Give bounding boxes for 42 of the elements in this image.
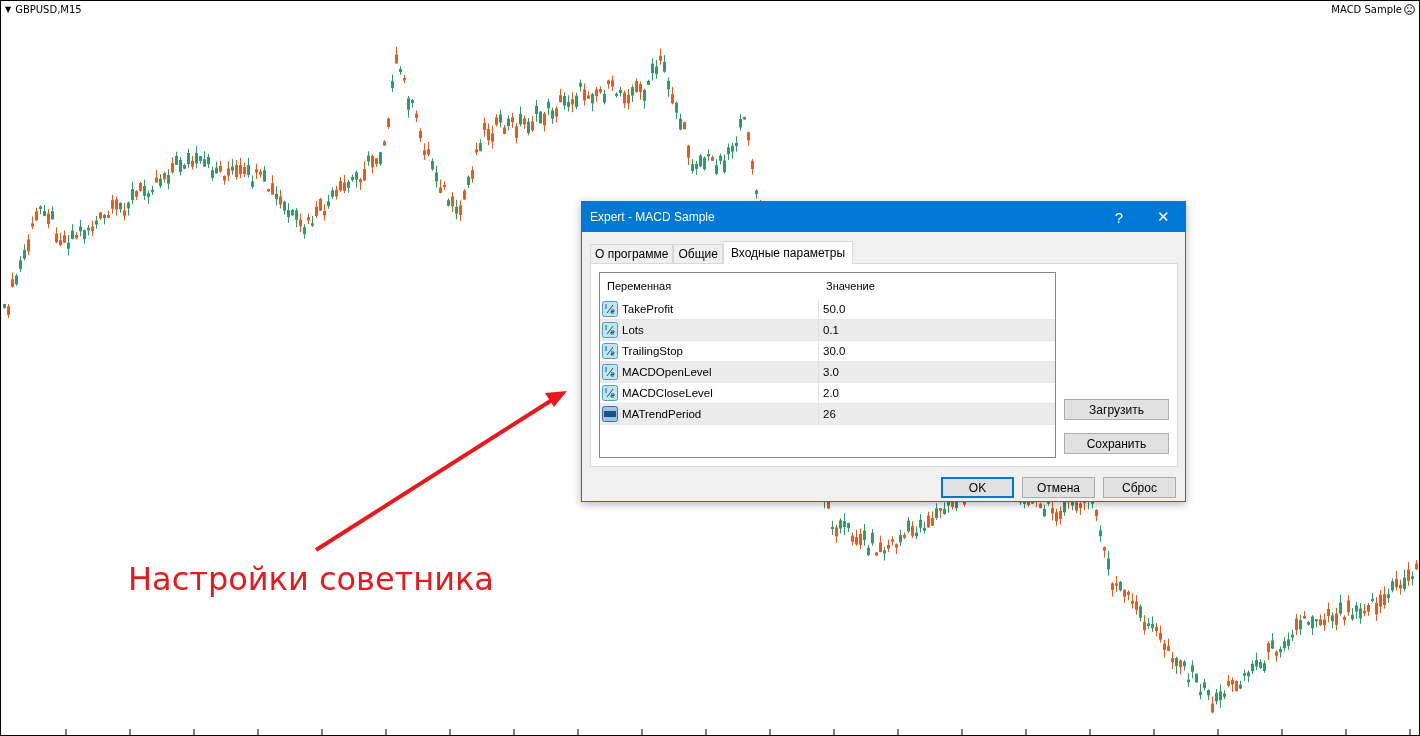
- parameter-name: Lots: [622, 324, 644, 336]
- tab[interactable]: О программе: [590, 244, 674, 263]
- fraction-icon: [602, 364, 618, 380]
- parameter-value-cell[interactable]: 3.0: [819, 362, 839, 382]
- symbol-label: GBPUSD,M15: [15, 4, 82, 15]
- parameter-name-cell[interactable]: MACDCloseLevel: [600, 383, 819, 403]
- sad-face-icon: [1404, 4, 1415, 15]
- parameter-value-cell[interactable]: 26: [819, 404, 836, 424]
- parameter-value-cell[interactable]: 0.1: [819, 320, 839, 340]
- column-header[interactable]: Значение: [819, 280, 875, 292]
- parameter-value-cell[interactable]: 50.0: [819, 299, 846, 319]
- parameter-name: MATrendPeriod: [622, 408, 702, 420]
- fraction-icon: [602, 322, 618, 338]
- parameter-name: MACDCloseLevel: [622, 387, 713, 399]
- parameter-name-cell[interactable]: MACDOpenLevel: [600, 362, 819, 382]
- fraction-icon: [602, 385, 618, 401]
- side-button[interactable]: Загрузить: [1064, 399, 1169, 420]
- tab[interactable]: Общие: [673, 244, 723, 263]
- tab[interactable]: Входные параметры: [722, 241, 854, 264]
- dialog-button[interactable]: OK: [941, 477, 1014, 498]
- fraction-icon: [602, 343, 618, 359]
- help-button[interactable]: ?: [1097, 202, 1141, 232]
- close-button[interactable]: ✕: [1141, 202, 1185, 232]
- parameter-name: MACDOpenLevel: [622, 366, 712, 378]
- side-button[interactable]: Сохранить: [1064, 433, 1169, 454]
- parameter-value-cell[interactable]: 30.0: [819, 341, 846, 361]
- parameter-name: TrailingStop: [622, 345, 683, 357]
- dialog-title: Expert - MACD Sample: [590, 210, 716, 224]
- dialog-button[interactable]: Сброс: [1103, 477, 1176, 498]
- parameter-name-cell[interactable]: Lots: [600, 320, 819, 340]
- dialog-button[interactable]: Отмена: [1022, 477, 1095, 498]
- parameter-name-cell[interactable]: TrailingStop: [600, 341, 819, 361]
- parameter-name-cell[interactable]: MATrendPeriod: [600, 404, 819, 424]
- number-icon: [602, 406, 618, 422]
- expert-name: MACD Sample: [1331, 4, 1402, 15]
- annotation-caption: Настройки советника: [128, 560, 494, 598]
- parameter-name-cell[interactable]: TakeProfit: [600, 299, 819, 319]
- fraction-icon: [602, 301, 618, 317]
- column-header[interactable]: Переменная: [600, 280, 819, 292]
- parameter-name: TakeProfit: [622, 303, 674, 315]
- dropdown-glyph[interactable]: ▼: [5, 5, 12, 14]
- parameter-value-cell[interactable]: 2.0: [819, 383, 839, 403]
